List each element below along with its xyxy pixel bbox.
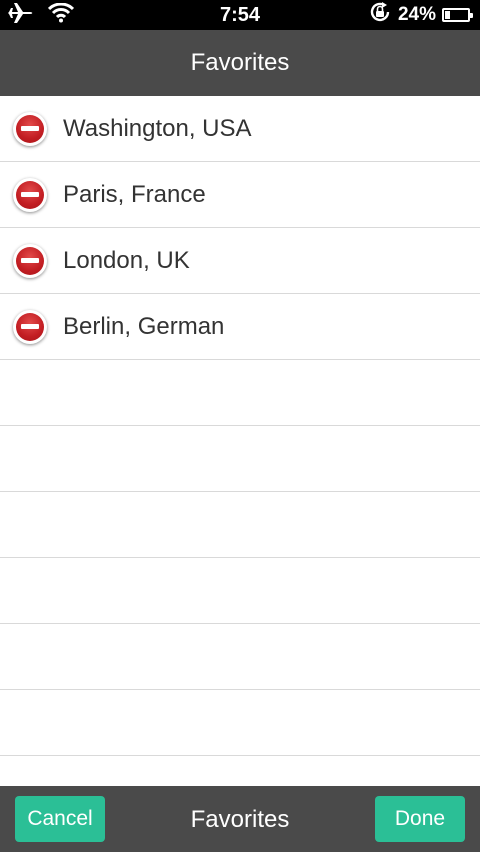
minus-bar	[21, 324, 39, 329]
battery-percent: 24%	[397, 4, 436, 25]
page-title: Favorites	[0, 30, 480, 96]
list-item[interactable]: Washington, USA	[0, 96, 480, 162]
status-right: 24%	[368, 0, 474, 30]
empty-row	[0, 624, 480, 690]
list-item[interactable]: Paris, France	[0, 162, 480, 228]
empty-row	[0, 360, 480, 426]
battery-fill	[445, 11, 450, 19]
empty-row	[0, 426, 480, 492]
minus-circle-icon	[16, 246, 44, 275]
minus-bar	[21, 192, 39, 197]
battery-icon	[442, 8, 473, 22]
favorite-label: London, UK	[63, 246, 190, 274]
list-item[interactable]: London, UK	[0, 228, 480, 294]
empty-row	[0, 492, 480, 558]
minus-circle-icon	[16, 114, 44, 143]
delete-button[interactable]	[13, 309, 47, 344]
minus-bar	[21, 258, 39, 263]
rotation-lock-icon	[368, 0, 392, 30]
favorite-label: Paris, France	[63, 180, 206, 208]
screen: 7:54 24% Favorites Washington, USA Paris,…	[0, 0, 480, 852]
favorite-label: Berlin, German	[63, 312, 225, 340]
minus-circle-icon	[16, 180, 44, 209]
minus-bar	[21, 126, 39, 131]
delete-button[interactable]	[13, 243, 47, 278]
list-item[interactable]: Berlin, German	[0, 294, 480, 360]
status-bar: 7:54 24%	[0, 0, 480, 30]
favorite-label: Washington, USA	[63, 114, 252, 142]
minus-circle-icon	[16, 312, 44, 341]
done-button[interactable]: Done	[375, 796, 465, 842]
bottom-toolbar: Cancel Favorites Done	[0, 786, 480, 852]
favorites-list: Washington, USA Paris, France London, UK Be…	[0, 96, 480, 786]
delete-button[interactable]	[13, 177, 47, 212]
empty-row	[0, 558, 480, 624]
delete-button[interactable]	[13, 111, 47, 146]
empty-row	[0, 690, 480, 756]
